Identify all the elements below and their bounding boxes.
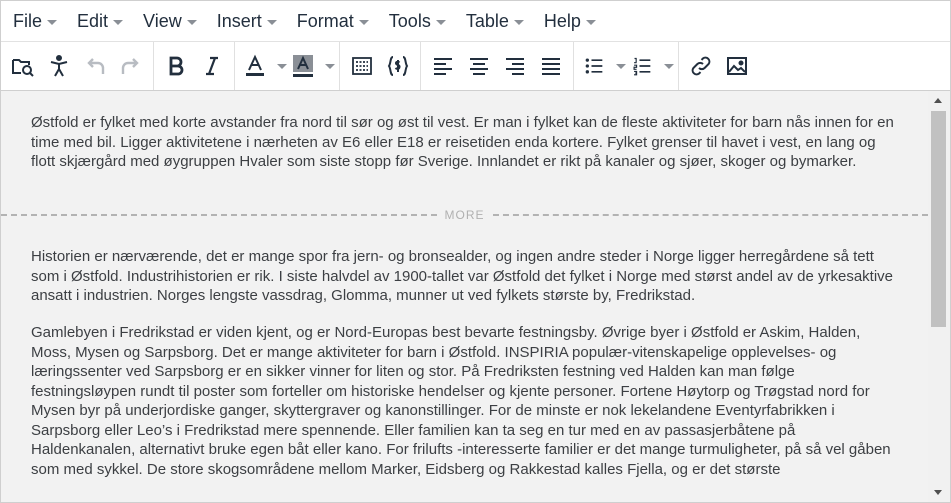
browse-image-icon: [12, 59, 34, 77]
bullet-list-button[interactable]: [578, 48, 626, 84]
chevron-down-icon: [513, 19, 524, 25]
link-button[interactable]: [683, 48, 719, 84]
separator-line: [1, 214, 437, 216]
browse-image-button[interactable]: [5, 48, 41, 84]
chevron-down-icon: [358, 19, 369, 25]
link-icon: [691, 56, 711, 76]
read-more-separator[interactable]: MORE: [1, 207, 928, 223]
numbered-list-icon: [633, 57, 651, 76]
undo-icon: [87, 58, 105, 74]
highlight-color-button[interactable]: [287, 48, 335, 84]
toolbar-group-color: [235, 42, 340, 90]
toolbar-group-insert: [340, 42, 421, 90]
chevron-down-icon[interactable]: [616, 63, 626, 69]
text-color-button[interactable]: [239, 48, 287, 84]
chevron-down-icon: [186, 19, 197, 25]
menu-file-label: File: [13, 10, 43, 31]
align-left-button[interactable]: [425, 48, 461, 84]
align-left-icon: [434, 58, 452, 75]
toolbar-group-media: [679, 42, 759, 90]
menu-view-label: View: [143, 10, 182, 31]
menubar: File Edit View Insert Format Tools Table…: [1, 1, 950, 42]
read-more-label: MORE: [444, 208, 485, 222]
align-right-button[interactable]: [497, 48, 533, 84]
menu-edit[interactable]: Edit: [67, 1, 133, 41]
bold-icon: [169, 56, 184, 76]
italic-icon: [206, 56, 218, 76]
editor-content-area[interactable]: Østfold er fylket med korte avstander fr…: [1, 91, 928, 502]
scroll-up-arrow-icon[interactable]: [934, 98, 942, 103]
undo-button[interactable]: [77, 48, 113, 84]
menu-format[interactable]: Format: [287, 1, 379, 41]
toolbar-group-lists: [574, 42, 679, 90]
menu-insert[interactable]: Insert: [207, 1, 287, 41]
content-paragraph-3[interactable]: Gamlebyen i Fredrikstad er viden kjent, …: [1, 323, 928, 479]
menu-tools[interactable]: Tools: [379, 1, 456, 41]
toolbar: [1, 42, 950, 91]
redo-icon: [121, 58, 139, 74]
chevron-down-icon[interactable]: [664, 63, 674, 69]
numbered-list-button[interactable]: [626, 48, 674, 84]
menu-table-label: Table: [465, 10, 509, 31]
menu-help[interactable]: Help: [534, 1, 606, 41]
toolbar-group-format: [154, 42, 235, 90]
code-sample-button[interactable]: [380, 48, 416, 84]
align-justify-icon: [542, 58, 560, 75]
chevron-down-icon[interactable]: [325, 63, 335, 69]
menu-edit-label: Edit: [77, 10, 109, 31]
redo-button[interactable]: [113, 48, 149, 84]
menu-table[interactable]: Table: [456, 1, 534, 41]
menu-view[interactable]: View: [133, 1, 207, 41]
text-color-icon: [246, 54, 264, 76]
bullet-list-icon: [585, 58, 603, 74]
align-center-button[interactable]: [461, 48, 497, 84]
chevron-down-icon: [435, 19, 446, 25]
chevron-down-icon: [266, 19, 277, 25]
italic-button[interactable]: [194, 48, 230, 84]
chevron-down-icon: [585, 19, 596, 25]
toolbar-group-misc: [1, 42, 154, 90]
template-button[interactable]: [344, 48, 380, 84]
highlight-color-icon: [293, 55, 313, 77]
menu-file[interactable]: File: [3, 1, 67, 41]
scroll-down-arrow-icon[interactable]: [934, 490, 942, 495]
chevron-down-icon: [47, 19, 58, 25]
code-sample-icon: [387, 56, 409, 76]
toolbar-group-align: [421, 42, 574, 90]
bold-button[interactable]: [158, 48, 194, 84]
template-icon: [352, 57, 372, 75]
content-paragraph-1[interactable]: Østfold er fylket med korte avstander fr…: [1, 113, 928, 172]
rich-text-editor: File Edit View Insert Format Tools Table…: [0, 0, 951, 503]
align-justify-button[interactable]: [533, 48, 569, 84]
chevron-down-icon[interactable]: [277, 63, 287, 69]
scrollbar-thumb[interactable]: [931, 111, 946, 327]
menu-insert-label: Insert: [216, 10, 262, 31]
separator-line: [492, 214, 928, 216]
menu-format-label: Format: [296, 10, 354, 31]
image-button[interactable]: [719, 48, 755, 84]
menu-help-label: Help: [543, 10, 581, 31]
align-right-icon: [506, 58, 524, 75]
vertical-scrollbar[interactable]: [928, 91, 950, 502]
chevron-down-icon: [113, 19, 124, 25]
accessibility-button[interactable]: [41, 48, 77, 84]
menu-tools-label: Tools: [388, 10, 431, 31]
accessibility-icon: [50, 55, 68, 77]
image-icon: [727, 57, 747, 75]
align-center-icon: [470, 58, 488, 75]
content-paragraph-2[interactable]: Historien er nærværende, det er mange sp…: [1, 247, 928, 306]
